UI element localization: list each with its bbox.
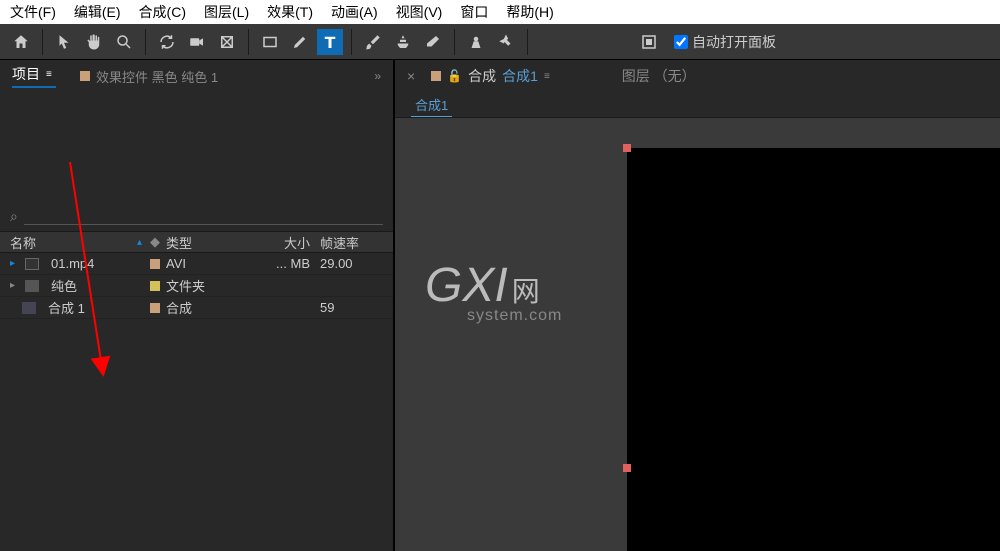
pen-tool-icon[interactable]	[287, 29, 313, 55]
table-row[interactable]: ▸ 01.mp4 AVI ... MB 29.00	[0, 253, 393, 275]
type-swatch-icon	[150, 303, 160, 313]
pan-behind-tool-icon[interactable]	[214, 29, 240, 55]
layer-label: 图层 （无）	[622, 66, 696, 86]
row-name: 01.mp4	[51, 256, 94, 271]
roto-brush-tool-icon[interactable]	[463, 29, 489, 55]
transform-handle-icon[interactable]	[623, 464, 631, 472]
table-row[interactable]: ▸ 纯色 文件夹	[0, 275, 393, 297]
menu-effect[interactable]: 效果(T)	[267, 2, 313, 22]
row-name: 纯色	[51, 276, 77, 295]
tab-project[interactable]: 项目 ≡	[12, 64, 56, 88]
snapping-icon[interactable]	[636, 29, 662, 55]
panel-overflow-icon[interactable]: »	[374, 69, 381, 83]
lock-icon[interactable]: 🔓	[447, 69, 462, 83]
video-file-icon	[25, 258, 39, 270]
effect-swatch-icon	[80, 71, 90, 81]
menu-composition[interactable]: 合成(C)	[139, 2, 186, 22]
menu-bar: 文件(F) 编辑(E) 合成(C) 图层(L) 效果(T) 动画(A) 视图(V…	[0, 0, 1000, 24]
menu-window[interactable]: 窗口	[460, 2, 488, 22]
project-search-input[interactable]	[24, 209, 383, 225]
play-indicator-icon: ▸	[10, 258, 15, 269]
flowchart-tab[interactable]: 合成1	[411, 93, 452, 117]
type-swatch-icon	[150, 281, 160, 291]
composition-panel: × 🔓 合成 合成1 ≡ 图层 （无） 合成1 GXI网 system.com	[395, 60, 1000, 551]
composition-viewer[interactable]: GXI网 system.com	[395, 118, 1000, 551]
composition-canvas[interactable]	[627, 148, 1000, 551]
toolbar: 自动打开面板	[0, 24, 1000, 60]
watermark: GXI网 system.com	[425, 258, 562, 325]
auto-open-panel-checkbox[interactable]: 自动打开面板	[674, 32, 776, 52]
project-panel: 项目 ≡ 效果控件 黑色 纯色 1 » ⌕	[0, 60, 395, 551]
row-size: ... MB	[250, 256, 320, 271]
puppet-tool-icon[interactable]	[493, 29, 519, 55]
menu-file[interactable]: 文件(F)	[10, 2, 56, 22]
brush-tool-icon[interactable]	[360, 29, 386, 55]
zoom-tool-icon[interactable]	[111, 29, 137, 55]
rectangle-tool-icon[interactable]	[257, 29, 283, 55]
row-fps: 59	[320, 300, 380, 315]
sort-arrow-icon: ▴	[137, 237, 142, 248]
panel-menu-icon[interactable]: ≡	[544, 71, 550, 82]
comp-swatch-icon	[431, 71, 441, 81]
col-header-type[interactable]: ◆ 类型	[150, 233, 250, 252]
col-header-size[interactable]: 大小	[250, 233, 320, 252]
text-tool-icon[interactable]	[317, 29, 343, 55]
auto-open-label: 自动打开面板	[692, 32, 776, 52]
type-swatch-icon	[150, 259, 160, 269]
comp-name: 合成1	[502, 66, 538, 86]
menu-layer[interactable]: 图层(L)	[204, 2, 249, 22]
row-name: 合成 1	[48, 298, 85, 317]
table-row[interactable]: 合成 1 合成 59	[0, 297, 393, 319]
expand-icon[interactable]: ▸	[10, 280, 15, 291]
tab-composition-viewer[interactable]: 🔓 合成 合成1 ≡	[431, 66, 550, 86]
transform-handle-icon[interactable]	[623, 144, 631, 152]
close-tab-icon[interactable]: ×	[407, 68, 415, 84]
folder-icon	[25, 280, 39, 292]
search-icon: ⌕	[10, 208, 18, 225]
col-header-fps[interactable]: 帧速率	[320, 233, 380, 252]
menu-help[interactable]: 帮助(H)	[506, 2, 553, 22]
menu-edit[interactable]: 编辑(E)	[74, 2, 121, 22]
orbit-tool-icon[interactable]	[154, 29, 180, 55]
camera-tool-icon[interactable]	[184, 29, 210, 55]
clone-stamp-tool-icon[interactable]	[390, 29, 416, 55]
row-fps: 29.00	[320, 256, 380, 271]
composition-icon	[22, 302, 36, 314]
selection-tool-icon[interactable]	[51, 29, 77, 55]
auto-open-checkbox-input[interactable]	[674, 35, 688, 49]
menu-view[interactable]: 视图(V)	[396, 2, 443, 22]
home-tool-icon[interactable]	[8, 29, 34, 55]
col-header-name[interactable]: 名称 ▴	[0, 233, 150, 252]
tag-icon: ◆	[150, 234, 160, 250]
tab-project-label: 项目	[12, 64, 40, 84]
row-type: 合成	[166, 298, 192, 317]
eraser-tool-icon[interactable]	[420, 29, 446, 55]
hand-tool-icon[interactable]	[81, 29, 107, 55]
panel-menu-icon[interactable]: ≡	[46, 69, 56, 79]
comp-label: 合成	[468, 66, 496, 86]
menu-animation[interactable]: 动画(A)	[331, 2, 378, 22]
tab-effect-controls[interactable]: 效果控件 黑色 纯色 1	[80, 67, 218, 86]
project-table: 名称 ▴ ◆ 类型 大小 帧速率 ▸ 01.mp4	[0, 231, 393, 319]
tab-effect-label: 效果控件 黑色 纯色 1	[96, 67, 218, 86]
row-type: 文件夹	[166, 276, 205, 295]
row-type: AVI	[166, 256, 186, 271]
